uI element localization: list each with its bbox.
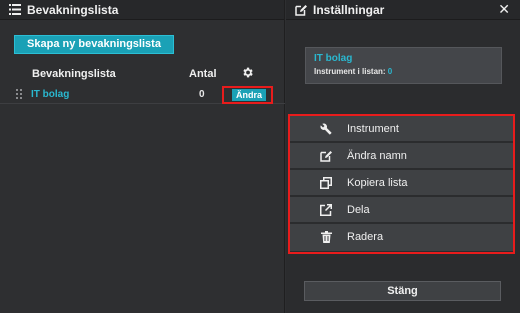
close-button[interactable]: Stäng [304, 281, 501, 301]
highlight-box [222, 86, 273, 104]
watchlist-count: 0 [199, 89, 205, 100]
watchlist-header: Bevakningslista [0, 0, 284, 20]
menu-item-instrument[interactable]: Instrument [290, 116, 513, 143]
menu-label-rename: Ändra namn [347, 150, 407, 162]
menu-item-share[interactable]: Dela [290, 197, 513, 224]
watchlist-title: Bevakningslista [27, 2, 119, 17]
gear-icon[interactable] [241, 66, 254, 82]
settings-header: Inställningar ✕ [286, 0, 520, 20]
column-header-count: Antal [189, 68, 217, 80]
edit-icon [294, 3, 308, 17]
watchlist-table-header: Bevakningslista Antal [0, 66, 285, 82]
trash-icon [320, 231, 332, 243]
menu-label-share: Dela [347, 204, 370, 216]
share-icon [320, 204, 332, 216]
info-count-label: Instrument i listan: [314, 67, 386, 76]
copy-icon [320, 177, 332, 189]
menu-label-instrument: Instrument [347, 123, 399, 135]
info-instrument-count: Instrument i listan: 0 [314, 67, 493, 76]
menu-label-delete: Radera [347, 231, 384, 243]
settings-menu: Instrument Ändra namn Kopiera lista Dela… [288, 114, 515, 254]
wrench-icon [320, 123, 332, 135]
close-icon[interactable]: ✕ [498, 1, 510, 18]
info-watchlist-name: IT bolag [314, 53, 353, 64]
info-count-value: 0 [387, 67, 393, 76]
menu-item-delete[interactable]: Radera [290, 224, 513, 251]
edit-icon [320, 150, 332, 162]
create-watchlist-button[interactable]: Skapa ny bevakningslista [14, 35, 174, 54]
watchlist-panel: Bevakningslista Skapa ny bevakningslista… [0, 0, 285, 313]
menu-label-copy: Kopiera lista [347, 177, 408, 189]
settings-title: Inställningar [313, 2, 385, 17]
watchlist-name-link[interactable]: IT bolag [31, 89, 69, 100]
list-icon [8, 3, 22, 17]
menu-item-rename[interactable]: Ändra namn [290, 143, 513, 170]
drag-handle-icon[interactable] [16, 89, 24, 99]
column-header-name: Bevakningslista [32, 68, 116, 80]
menu-item-copy[interactable]: Kopiera lista [290, 170, 513, 197]
settings-panel: Inställningar ✕ IT bolag Instrument i li… [286, 0, 520, 313]
watchlist-info-box: IT bolag Instrument i listan: 0 [305, 47, 502, 84]
